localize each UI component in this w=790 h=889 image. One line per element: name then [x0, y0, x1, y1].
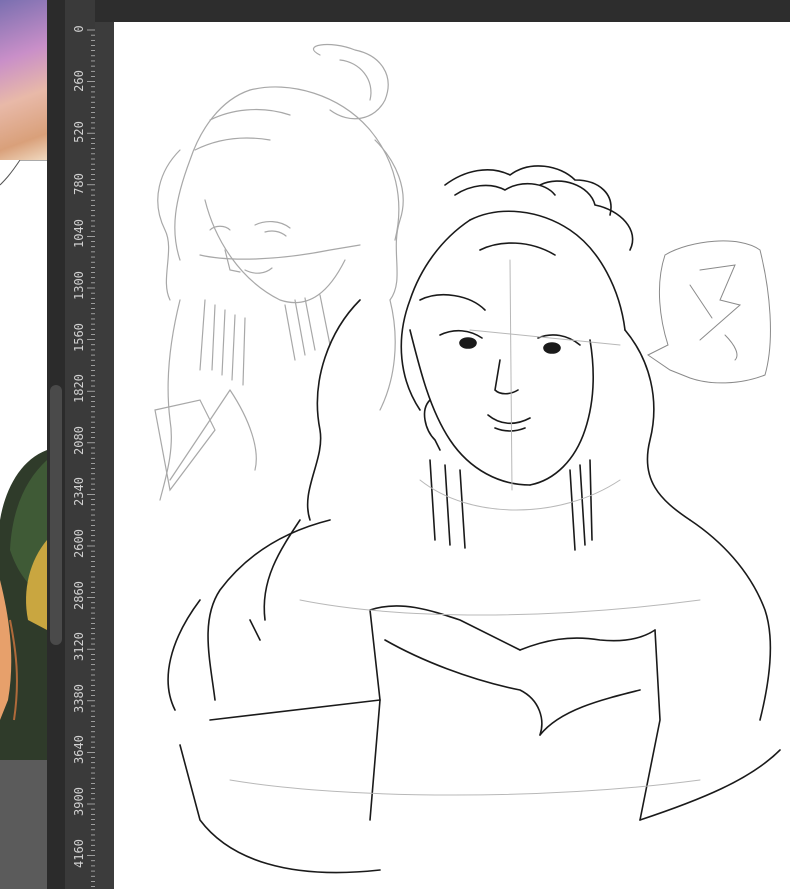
- reference-image-bottom: [0, 760, 47, 889]
- sketch-artwork: [154, 44, 781, 874]
- ruler-label: 2860: [72, 580, 86, 610]
- ruler-label: 2080: [72, 425, 86, 455]
- reference-image-panel[interactable]: [0, 0, 47, 889]
- ruler-label: 780: [72, 172, 86, 195]
- ruler-ticks: [87, 29, 95, 887]
- reference-image-middle: [0, 160, 47, 760]
- ruler-label: 3380: [72, 683, 86, 713]
- canvas-top-bar: [95, 0, 790, 22]
- ruler-label: 4160: [72, 838, 86, 868]
- ruler-label: 1560: [72, 322, 86, 352]
- ruler-label: 1040: [72, 219, 86, 249]
- ruler-label: 1300: [72, 271, 86, 300]
- reference-image-top: [0, 0, 47, 160]
- light-sketch-head: [154, 44, 404, 501]
- ruler-label: 520: [72, 121, 86, 144]
- ruler-label: 3900: [72, 787, 86, 816]
- ruler-label: 0: [72, 25, 86, 33]
- reference-character-art: [0, 160, 47, 760]
- ruler-label: 1820: [72, 374, 86, 404]
- reference-scrollbar-thumb[interactable]: [50, 385, 62, 645]
- speech-bubble-sketch: [647, 240, 771, 384]
- drawing-canvas[interactable]: [114, 22, 790, 889]
- ruler-label: 3640: [72, 735, 86, 765]
- main-sketch-figure: [167, 165, 781, 874]
- ruler-label: 2340: [72, 477, 86, 507]
- ruler-label: 3120: [72, 632, 86, 662]
- ruler-label: 2600: [72, 529, 86, 558]
- ruler-label: 260: [72, 69, 86, 92]
- vertical-ruler: 0 260 520 780 1040 1300 1560 1820 2080 2340 2600 28…: [65, 0, 96, 889]
